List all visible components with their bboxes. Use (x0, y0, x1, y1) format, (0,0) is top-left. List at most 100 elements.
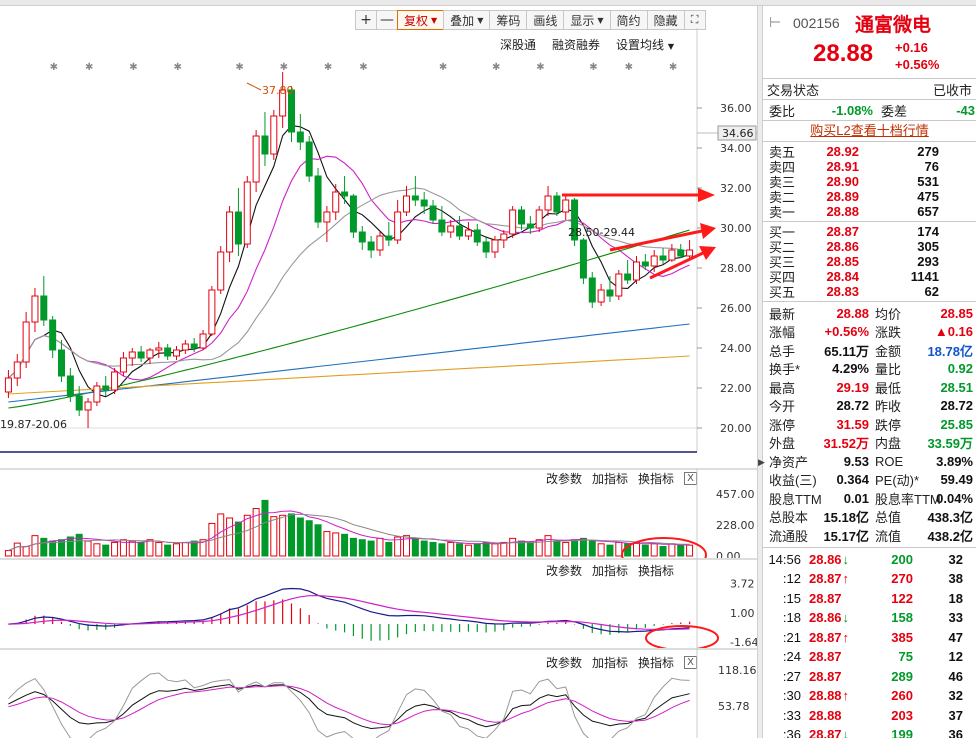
chips-button[interactable]: 筹码 (489, 10, 528, 30)
volume-bar (544, 535, 552, 557)
weibi-row: 委比 -1.08% 委差 -43 (763, 100, 976, 120)
stat-label: 跌停 (875, 417, 902, 433)
candle (128, 348, 136, 366)
simple-button[interactable]: 简约 (609, 10, 648, 30)
tick-price: 28.86↓ (809, 610, 850, 626)
candle (473, 224, 481, 246)
stat-label: 最低 (875, 380, 902, 396)
volume-bar (641, 544, 649, 557)
overlay-button[interactable]: 叠加 ▼ (443, 10, 491, 30)
bid-level-5[interactable]: 买五 28.83 62 (763, 284, 976, 300)
candle (102, 376, 110, 396)
candle (199, 330, 207, 350)
ask-level-5[interactable]: 卖一 28.88 657 (763, 204, 976, 220)
hide-button[interactable]: 隐藏 (646, 10, 685, 30)
stat-value: 28.72 (940, 398, 973, 414)
display-label: 显示 (570, 13, 595, 28)
event-star-icon: ✱ (589, 62, 597, 73)
candle (456, 216, 464, 240)
tick-price: 28.87 (809, 649, 842, 665)
macd-histogram (16, 599, 691, 641)
high-annotation: 37.80 (262, 84, 294, 97)
volume-bar (243, 514, 251, 557)
candle (243, 176, 251, 248)
candle (13, 354, 21, 386)
volume-bar (659, 546, 667, 557)
stat-value: 15.18亿 (823, 510, 869, 526)
tick-price: 28.87↑ (809, 629, 850, 645)
tick-row: 14:56 28.86↓ 200 32 (763, 550, 976, 570)
candle (677, 244, 685, 258)
zoom-out-button[interactable]: — (376, 10, 398, 30)
ma10-line (8, 155, 690, 381)
kdj-j-line (8, 672, 690, 738)
volume-bar (411, 537, 419, 557)
stat-value: 0.92 (947, 361, 973, 377)
event-star-icon: ✱ (235, 62, 243, 73)
tick-time: :24 (782, 649, 801, 665)
draw-line-button[interactable]: 画线 (526, 10, 565, 30)
stat-label: 总手 (769, 343, 796, 359)
trade-status-label: 交易状态 (767, 82, 820, 98)
candle (111, 368, 119, 394)
ask-level-label: 卖一 (769, 205, 796, 220)
tick-count: 37 (948, 707, 963, 723)
arrow-up-icon: ↑ (842, 629, 850, 645)
bid-level-price: 28.85 (826, 254, 859, 269)
buy-l2-link[interactable]: 购买L2查看十档行情 (763, 121, 976, 141)
volume-bar (66, 536, 74, 557)
candle (314, 168, 322, 228)
overlay-label: 叠加 (450, 13, 475, 28)
tick-price: 28.86↓ (809, 551, 850, 567)
last-price: 28.88 (813, 40, 874, 67)
candle (500, 230, 508, 248)
volume-bar (102, 544, 110, 557)
volume-bar (164, 544, 172, 557)
bid-level-label: 买五 (769, 285, 796, 300)
stat-label: 昨收 (875, 399, 902, 415)
arrow-down-icon: ↓ (842, 551, 850, 567)
volume-bar (491, 543, 499, 557)
tick-list: 14:56 28.86↓ 200 32:12 28.87↑ 270 38:15 28.87 12… (763, 548, 976, 738)
kdj-tick-label: 118.16 (718, 664, 757, 677)
stats-row: 换手* 4.29% 量比 0.92 (763, 360, 976, 379)
stat-value: 25.85 (940, 416, 973, 432)
fullscreen-icon[interactable]: ⛶ (683, 10, 706, 30)
tick-volume: 270 (891, 571, 913, 587)
candle (367, 236, 375, 258)
candle (119, 352, 127, 376)
trade-status-value: 已收市 (932, 82, 972, 98)
zoom-in-button[interactable]: + (355, 10, 377, 30)
stat-value: 4.29% (832, 361, 869, 377)
candlestick-chart[interactable]: ✱ ✱ ✱ ✱ ✱ ✱ ✱ ✱ ✱ ✱ ✱ ✱ ✱ ✱ 36.00 34.00 32.00 30.00 28.00… (0, 28, 757, 458)
candle (464, 222, 472, 240)
stat-value: 0.364 (836, 472, 869, 488)
tick-count: 18 (948, 590, 963, 606)
stat-label: 股息率TTM (875, 491, 941, 507)
display-button[interactable]: 显示 ▼ (563, 10, 611, 30)
weicha-value: -43 (956, 102, 975, 118)
volume-bar (279, 514, 287, 557)
macd-dea-line (8, 594, 690, 631)
price-tick-label: 20.00 (720, 422, 752, 435)
tick-row: :36 28.87↓ 199 36 (763, 725, 976, 738)
stat-label: 今开 (769, 399, 796, 415)
price-tick-label: 32.00 (720, 182, 752, 195)
kdj-axis: 118.1653.78-10.60 (0, 648, 757, 738)
volume-bar (509, 537, 517, 557)
tick-count: 12 (948, 649, 963, 665)
candle (58, 340, 65, 382)
trade-status: 交易状态 已收市 (763, 79, 976, 99)
tick-count: 38 (948, 571, 963, 587)
volume-bar (146, 539, 154, 557)
tick-volume: 122 (891, 590, 913, 606)
pin-icon[interactable]: ⊢ (769, 14, 781, 31)
stat-label: 最新 (769, 306, 796, 322)
price-tick-label: 30.00 (720, 222, 752, 235)
candle (633, 256, 640, 284)
volume-bar (323, 531, 331, 557)
tick-row: :27 28.87 289 46 (763, 667, 976, 687)
volume-bar (482, 541, 490, 557)
fuquan-button[interactable]: 复权 ▼ (397, 10, 445, 30)
tick-time: :18 (782, 610, 801, 626)
